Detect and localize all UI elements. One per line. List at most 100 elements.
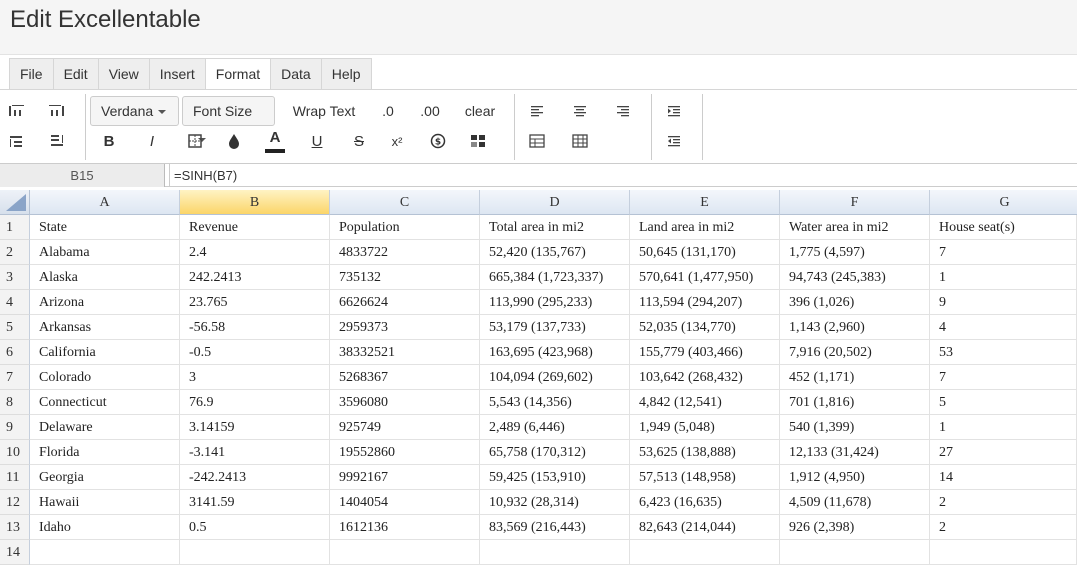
table-cell[interactable]: 53,625 (138,888) [630,440,780,465]
row-header[interactable]: 13 [0,515,30,540]
menu-file[interactable]: File [9,58,53,90]
table-cell[interactable]: 9992167 [330,465,480,490]
text-color-button[interactable]: A [264,128,286,154]
row-header[interactable]: 8 [0,390,30,415]
insert-row-before-icon[interactable] [4,130,28,152]
align-left-icon[interactable] [526,100,548,122]
merge-cells-icon[interactable] [526,130,548,152]
table-cell[interactable]: 155,779 (403,466) [630,340,780,365]
table-cell[interactable] [330,540,480,565]
table-cell[interactable]: 2,489 (6,446) [480,415,630,440]
table-cell[interactable]: 7 [930,365,1077,390]
table-cell[interactable]: Arizona [30,290,180,315]
italic-button[interactable]: I [141,130,163,152]
table-cell[interactable]: 7,916 (20,502) [780,340,930,365]
table-cell[interactable]: Georgia [30,465,180,490]
table-cell[interactable]: 3141.59 [180,490,330,515]
row-header[interactable]: 14 [0,540,30,565]
table-cell[interactable] [30,540,180,565]
fill-color-icon[interactable] [223,130,245,152]
table-cell[interactable]: -0.5 [180,340,330,365]
indent-decrease-icon[interactable] [663,130,685,152]
table-cell[interactable]: Water area in mi2 [780,215,930,240]
table-cell[interactable]: 4,842 (12,541) [630,390,780,415]
superscript-button[interactable]: x² [386,130,408,152]
table-cell[interactable]: 5268367 [330,365,480,390]
table-cell[interactable]: 4 [930,315,1077,340]
underline-button[interactable]: U [306,130,328,152]
table-cell[interactable]: 52,035 (134,770) [630,315,780,340]
table-cell[interactable]: Hawaii [30,490,180,515]
table-cell[interactable]: -56.58 [180,315,330,340]
column-header-c[interactable]: C [330,190,480,215]
decrease-decimal-button[interactable]: .0 [374,100,402,122]
insert-column-before-icon[interactable] [4,100,28,122]
formula-input[interactable]: =SINH(B7) [169,164,1077,187]
table-cell[interactable]: 7 [930,240,1077,265]
table-cell[interactable]: Population [330,215,480,240]
select-all-corner[interactable] [0,190,30,215]
table-cell[interactable]: 4,509 (11,678) [780,490,930,515]
table-cell[interactable]: 5 [930,390,1077,415]
menu-data[interactable]: Data [270,58,321,90]
menu-edit[interactable]: Edit [52,58,98,90]
table-cell[interactable]: 9 [930,290,1077,315]
table-cell[interactable]: 19552860 [330,440,480,465]
menu-format[interactable]: Format [204,58,271,90]
table-cell[interactable]: 52,420 (135,767) [480,240,630,265]
table-cell[interactable]: 163,695 (423,968) [480,340,630,365]
table-cell[interactable] [930,540,1077,565]
table-cell[interactable]: 2 [930,515,1077,540]
table-cell[interactable]: 1 [930,415,1077,440]
table-cell[interactable]: 926 (2,398) [780,515,930,540]
table-cell[interactable]: 2.4 [180,240,330,265]
table-cell[interactable]: 57,513 (148,958) [630,465,780,490]
table-cell[interactable]: 665,384 (1,723,337) [480,265,630,290]
table-cell[interactable]: 540 (1,399) [780,415,930,440]
table-cell[interactable]: 76.9 [180,390,330,415]
table-cell[interactable]: Total area in mi2 [480,215,630,240]
table-cell[interactable]: 1,949 (5,048) [630,415,780,440]
borders-icon[interactable] [184,130,206,152]
table-cell[interactable]: 38332521 [330,340,480,365]
row-header[interactable]: 5 [0,315,30,340]
align-center-icon[interactable] [569,100,591,122]
table-cell[interactable]: 103,642 (268,432) [630,365,780,390]
table-cell[interactable] [180,540,330,565]
table-cell[interactable]: 14 [930,465,1077,490]
font-size-dropdown[interactable]: Font Size [182,96,275,143]
table-cell[interactable]: 27 [930,440,1077,465]
row-header[interactable]: 9 [0,415,30,440]
table-cell[interactable]: 113,594 (294,207) [630,290,780,315]
table-cell[interactable]: Idaho [30,515,180,540]
table-cell[interactable]: 1,912 (4,950) [780,465,930,490]
row-header[interactable]: 12 [0,490,30,515]
row-header[interactable]: 10 [0,440,30,465]
row-header[interactable]: 4 [0,290,30,315]
table-cell[interactable]: 1612136 [330,515,480,540]
table-cell[interactable]: 50,645 (131,170) [630,240,780,265]
column-header-g[interactable]: G [930,190,1077,215]
table-cell[interactable]: Delaware [30,415,180,440]
table-cell[interactable]: 2959373 [330,315,480,340]
table-cell[interactable]: Florida [30,440,180,465]
cell-reference-box[interactable]: B15 [0,164,165,187]
table-cell[interactable]: Alaska [30,265,180,290]
menu-insert[interactable]: Insert [148,58,205,90]
table-cell[interactable]: 94,743 (245,383) [780,265,930,290]
table-cell[interactable]: 735132 [330,265,480,290]
table-cell[interactable]: 5,543 (14,356) [480,390,630,415]
column-header-d[interactable]: D [480,190,630,215]
table-cell[interactable]: House seat(s) [930,215,1077,240]
table-cell[interactable]: Alabama [30,240,180,265]
align-right-icon[interactable] [612,100,634,122]
table-cell[interactable]: Revenue [180,215,330,240]
currency-icon[interactable]: $ [427,130,449,152]
table-cell[interactable]: 104,094 (269,602) [480,365,630,390]
table-cell[interactable]: 242.2413 [180,265,330,290]
table-cell[interactable]: -242.2413 [180,465,330,490]
indent-increase-icon[interactable] [663,100,685,122]
table-cell[interactable] [480,540,630,565]
row-header[interactable]: 3 [0,265,30,290]
table-cell[interactable]: 3596080 [330,390,480,415]
